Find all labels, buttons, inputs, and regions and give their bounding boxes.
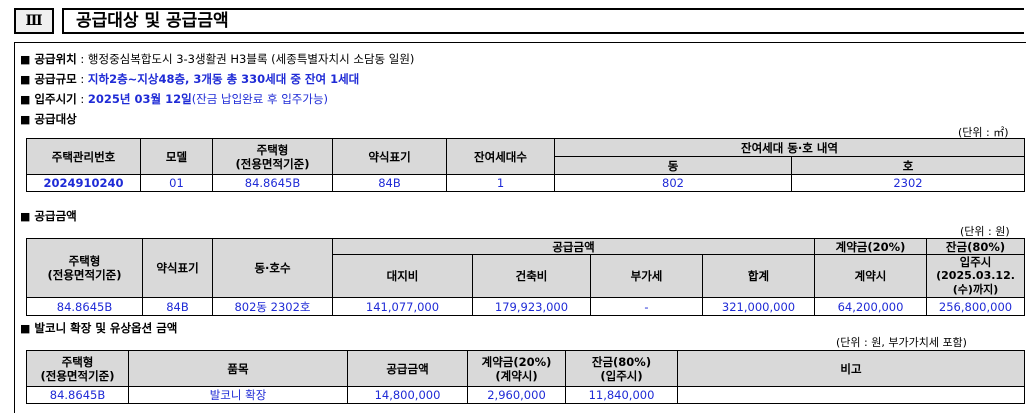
- table-row: 84.8645B 84B 802동 2302호 141,077,000 179,…: [26, 297, 1026, 316]
- bullet-square-icon: ■: [20, 93, 31, 106]
- cell-vat: -: [590, 297, 703, 316]
- table-row: 84.8645B 발코니 확장 14,800,000 2,960,000 11,…: [26, 386, 1025, 404]
- col-balance-date: (2025.03.12.(수)까지): [936, 269, 1015, 296]
- cell-abbr: 84B: [332, 174, 447, 192]
- col-deposit: 계약금(20%) (계약시): [467, 350, 566, 387]
- cell-unit: 802동 2302호: [212, 297, 333, 316]
- col-balance: 잔금(80%): [926, 238, 1026, 255]
- bullet-square-icon: ■: [20, 113, 31, 126]
- cell-supply: 14,800,000: [347, 386, 468, 404]
- col-item: 품목: [128, 350, 348, 387]
- col-balance-sub-label: 입주시: [959, 255, 992, 269]
- balcony-unit-note: (단위 : 원, 부가가치세 포함): [836, 336, 967, 349]
- col-type-line1: 주택형: [61, 354, 94, 369]
- cell-land: 141,077,000: [332, 297, 473, 316]
- cell-deposit: 2,960,000: [467, 386, 566, 404]
- cell-balance: 11,840,000: [565, 386, 678, 404]
- info-movein: ■ 입주시기 : 2025년 03월 12일(잔금 납입완료 후 입주가능): [20, 92, 328, 107]
- col-deposit-line2: (계약시): [495, 368, 538, 383]
- col-total: 합계: [701, 254, 816, 298]
- info-price: ■ 공급금액: [20, 209, 77, 224]
- section-number: Ⅲ: [14, 8, 54, 34]
- col-deposit: 계약금(20%): [814, 238, 928, 255]
- price-label: 공급금액: [34, 209, 77, 223]
- info-location: ■ 공급위치 : 행정중심복합도시 3-3생활권 H3블록 (세종특별자치시 소담…: [20, 52, 414, 67]
- cell-item: 발코니 확장: [128, 386, 348, 404]
- colon: :: [80, 72, 85, 86]
- col-detail: 잔여세대 동·호 내역: [553, 138, 1026, 157]
- col-dong: 동: [554, 156, 792, 175]
- col-balance: 잔금(80%) (입주시): [565, 350, 678, 387]
- col-ho: 호: [790, 156, 1026, 175]
- cell-balance: 256,800,000: [926, 297, 1026, 316]
- cell-building: 179,923,000: [472, 297, 591, 316]
- col-remaining: 잔여세대수: [446, 138, 555, 175]
- scale-value: 지하2층~지상48층, 3개동 총 330세대 중 잔여 1세대: [87, 72, 360, 86]
- price-table: 주택형 (전용면적기준) 약식표기 동·호수 공급금액 계약금(20%) 잔금(…: [26, 238, 1026, 316]
- movein-value: 2025년 03월 12일: [87, 92, 192, 106]
- cell-ho: 2302: [790, 174, 1026, 192]
- cell-mgmt-no: 2024910240: [26, 174, 141, 192]
- movein-note: (잔금 납입완료 후 입주가능): [191, 92, 329, 106]
- location-value: 행정중심복합도시 3-3생활권 H3블록 (세종특별자치시 소담동 일원): [87, 52, 415, 66]
- scale-label: 공급규모: [34, 72, 77, 86]
- col-supply: 공급금액: [347, 350, 468, 387]
- col-vat: 부가세: [590, 254, 703, 298]
- col-type: 주택형 (전용면적기준): [212, 138, 333, 175]
- cell-abbr: 84B: [142, 297, 213, 316]
- info-balcony: ■ 발코니 확장 및 유상옵션 금액: [20, 321, 177, 336]
- col-balance-line1: 잔금(80%): [591, 354, 652, 369]
- table-row: 2024910240 01 84.8645B 84B 1 802 2302: [26, 174, 1026, 192]
- col-type-line2: (전용면적기준): [235, 156, 310, 171]
- cell-model: 01: [140, 174, 213, 192]
- col-building: 건축비: [472, 254, 591, 298]
- section-title: 공급대상 및 공급금액: [62, 8, 1024, 34]
- col-supply: 공급금액: [331, 238, 816, 255]
- cell-type: 84.8645B: [26, 386, 129, 404]
- col-remark: 비고: [677, 350, 1025, 387]
- info-target: ■ 공급대상: [20, 112, 77, 127]
- cell-dong: 802: [554, 174, 792, 192]
- cell-type: 84.8645B: [26, 297, 143, 316]
- col-type: 주택형 (전용면적기준): [26, 238, 143, 298]
- cell-deposit: 64,200,000: [814, 297, 928, 316]
- col-balance-sub: 입주시 (2025.03.12.(수)까지): [926, 254, 1026, 298]
- location-label: 공급위치: [34, 52, 77, 66]
- col-deposit-sub: 계약시: [814, 254, 928, 298]
- col-abbr: 약식표기: [142, 238, 213, 298]
- target-table: 주택관리번호 모델 주택형 (전용면적기준) 약식표기 잔여세대수 잔여세대 동…: [26, 138, 1026, 192]
- col-deposit-line1: 계약금(20%): [481, 354, 552, 369]
- col-type: 주택형 (전용면적기준): [26, 350, 129, 387]
- cell-remark: [677, 386, 1025, 404]
- bullet-square-icon: ■: [20, 210, 31, 223]
- bullet-square-icon: ■: [20, 73, 31, 86]
- bullet-square-icon: ■: [20, 322, 31, 335]
- price-unit-note: (단위 : 원): [960, 225, 1010, 238]
- colon: :: [80, 92, 85, 106]
- balcony-label: 발코니 확장 및 유상옵션 금액: [34, 321, 178, 335]
- col-mgmt-no: 주택관리번호: [26, 138, 141, 175]
- colon: :: [80, 52, 85, 66]
- col-balance-line2: (입주시): [600, 368, 643, 383]
- info-scale: ■ 공급규모 : 지하2층~지상48층, 3개동 총 330세대 중 잔여 1세대: [20, 72, 359, 87]
- movein-label: 입주시기: [34, 92, 77, 106]
- cell-type: 84.8645B: [212, 174, 333, 192]
- target-label: 공급대상: [34, 112, 77, 126]
- col-type-line2: (전용면적기준): [47, 268, 122, 282]
- col-type-line2: (전용면적기준): [40, 368, 115, 383]
- col-land: 대지비: [332, 254, 473, 298]
- section-header: Ⅲ 공급대상 및 공급금액: [14, 8, 1024, 36]
- bullet-square-icon: ■: [20, 53, 31, 66]
- col-type-line1: 주택형: [68, 254, 101, 268]
- col-type-line1: 주택형: [256, 142, 289, 157]
- col-model: 모델: [140, 138, 213, 175]
- cell-remaining: 1: [446, 174, 555, 192]
- cell-total: 321,000,000: [701, 297, 816, 316]
- col-abbr: 약식표기: [332, 138, 447, 175]
- col-unit: 동·호수: [212, 238, 333, 298]
- balcony-table: 주택형 (전용면적기준) 품목 공급금액 계약금(20%) (계약시) 잔금(8…: [26, 350, 1025, 404]
